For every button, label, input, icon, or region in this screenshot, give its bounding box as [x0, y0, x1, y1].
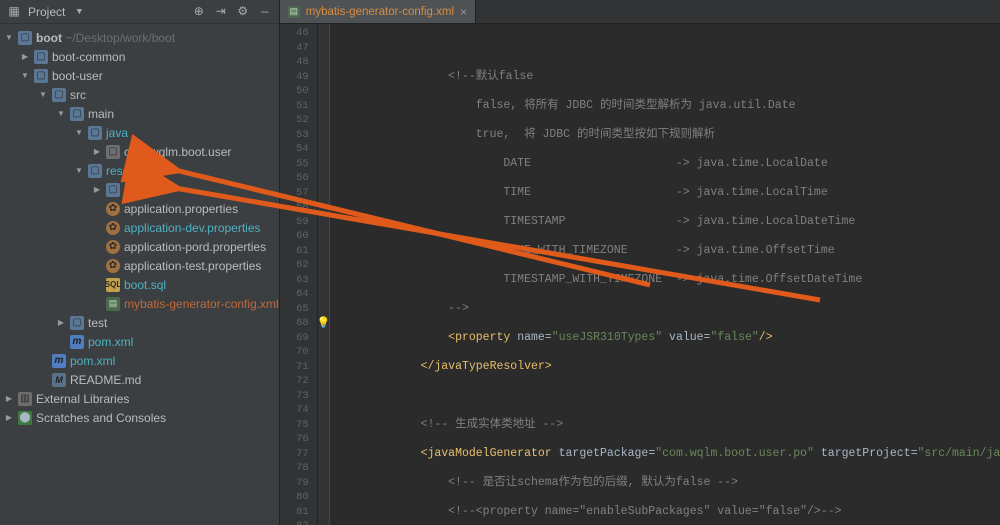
- folder-icon: ▢: [88, 164, 102, 178]
- tree-item-app-props[interactable]: ✿ application.properties: [0, 199, 279, 218]
- folder-icon: ▢: [88, 126, 102, 140]
- folder-icon: ▢: [106, 183, 120, 197]
- hide-icon[interactable]: —: [257, 4, 273, 20]
- properties-icon: ✿: [106, 221, 120, 235]
- dropdown-icon[interactable]: ▼: [71, 4, 87, 20]
- tree-item-src[interactable]: ▢ src: [0, 85, 279, 104]
- folder-icon: ▢: [70, 107, 84, 121]
- editor-tabs: ▤ mybatis-generator-config.xml ×: [280, 0, 1000, 24]
- lightbulb-icon[interactable]: 💡: [318, 316, 330, 330]
- folder-icon: ▢: [18, 31, 32, 45]
- project-icon: ▦: [6, 4, 22, 20]
- tree-item-mb-gen[interactable]: ▤ mybatis-generator-config.xml: [0, 294, 279, 313]
- tree-item-pom-outer[interactable]: m pom.xml: [0, 332, 279, 351]
- folder-icon: ▢: [34, 50, 48, 64]
- library-icon: ▥: [18, 392, 32, 406]
- markdown-icon: M: [52, 373, 66, 387]
- tree-item-boot-user[interactable]: ▢ boot-user: [0, 66, 279, 85]
- tree-item-test[interactable]: ▢ test: [0, 313, 279, 332]
- maven-icon: m: [70, 335, 84, 349]
- folder-icon: ▢: [70, 316, 84, 330]
- tab-mb-gen[interactable]: ▤ mybatis-generator-config.xml ×: [280, 0, 476, 23]
- sql-icon: SQL: [106, 278, 120, 292]
- target-icon[interactable]: ⊕: [191, 4, 207, 20]
- folder-icon: ▢: [52, 88, 66, 102]
- gear-icon[interactable]: ⚙: [235, 4, 251, 20]
- sidebar-header: ▦ Project ▼ ⊕ ⇥ ⚙ —: [0, 0, 279, 24]
- tree-item-app-test[interactable]: ✿ application-test.properties: [0, 256, 279, 275]
- editor-area: ▤ mybatis-generator-config.xml × 4647484…: [280, 0, 1000, 525]
- project-tree[interactable]: ▢ boot ~/Desktop/work/boot ▢ boot-common…: [0, 24, 279, 431]
- xml-icon: ▤: [106, 297, 120, 311]
- root-name: boot: [36, 31, 62, 45]
- properties-icon: ✿: [106, 202, 120, 216]
- collapse-icon[interactable]: ⇥: [213, 4, 229, 20]
- tree-item-boot-sql[interactable]: SQL boot.sql: [0, 275, 279, 294]
- tree-item-main[interactable]: ▢ main: [0, 104, 279, 123]
- sidebar-title: Project: [28, 5, 65, 19]
- tree-item-external[interactable]: ▥ External Libraries: [0, 389, 279, 408]
- tree-item-pom[interactable]: m pom.xml: [0, 351, 279, 370]
- tree-item-package[interactable]: ▢ com.wqlm.boot.user: [0, 142, 279, 161]
- maven-icon: m: [52, 354, 66, 368]
- tree-item-readme[interactable]: M README.md: [0, 370, 279, 389]
- tree-item-app-pord[interactable]: ✿ application-pord.properties: [0, 237, 279, 256]
- project-sidebar: ▦ Project ▼ ⊕ ⇥ ⚙ — ▢ boot ~/Desktop/wor…: [0, 0, 280, 525]
- folder-icon: ▢: [34, 69, 48, 83]
- scratches-icon: ⬤: [18, 411, 32, 425]
- tree-item-app-dev[interactable]: ✿ application-dev.properties: [0, 218, 279, 237]
- properties-icon: ✿: [106, 259, 120, 273]
- gutter-strip: 💡: [318, 24, 330, 525]
- properties-icon: ✿: [106, 240, 120, 254]
- tree-item-boot-common[interactable]: ▢ boot-common: [0, 47, 279, 66]
- package-icon: ▢: [106, 145, 120, 159]
- tab-label: mybatis-generator-config.xml: [306, 6, 454, 18]
- tree-item-scratches[interactable]: ⬤ Scratches and Consoles: [0, 408, 279, 427]
- code-editor[interactable]: <!--默认false false, 将所有 JDBC 的时间类型解析为 jav…: [330, 24, 1000, 525]
- root-path: ~/Desktop/work/boot: [65, 31, 175, 45]
- tree-item-resources[interactable]: ▢ resources: [0, 161, 279, 180]
- line-gutter: 4647484950515253545556575859606162636465…: [280, 24, 318, 525]
- tree-item-java[interactable]: ▢ java: [0, 123, 279, 142]
- tree-item-mapper[interactable]: ▢ mapper: [0, 180, 279, 199]
- xml-icon: ▤: [288, 6, 300, 18]
- tree-root[interactable]: ▢ boot ~/Desktop/work/boot: [0, 28, 279, 47]
- close-icon[interactable]: ×: [460, 5, 467, 19]
